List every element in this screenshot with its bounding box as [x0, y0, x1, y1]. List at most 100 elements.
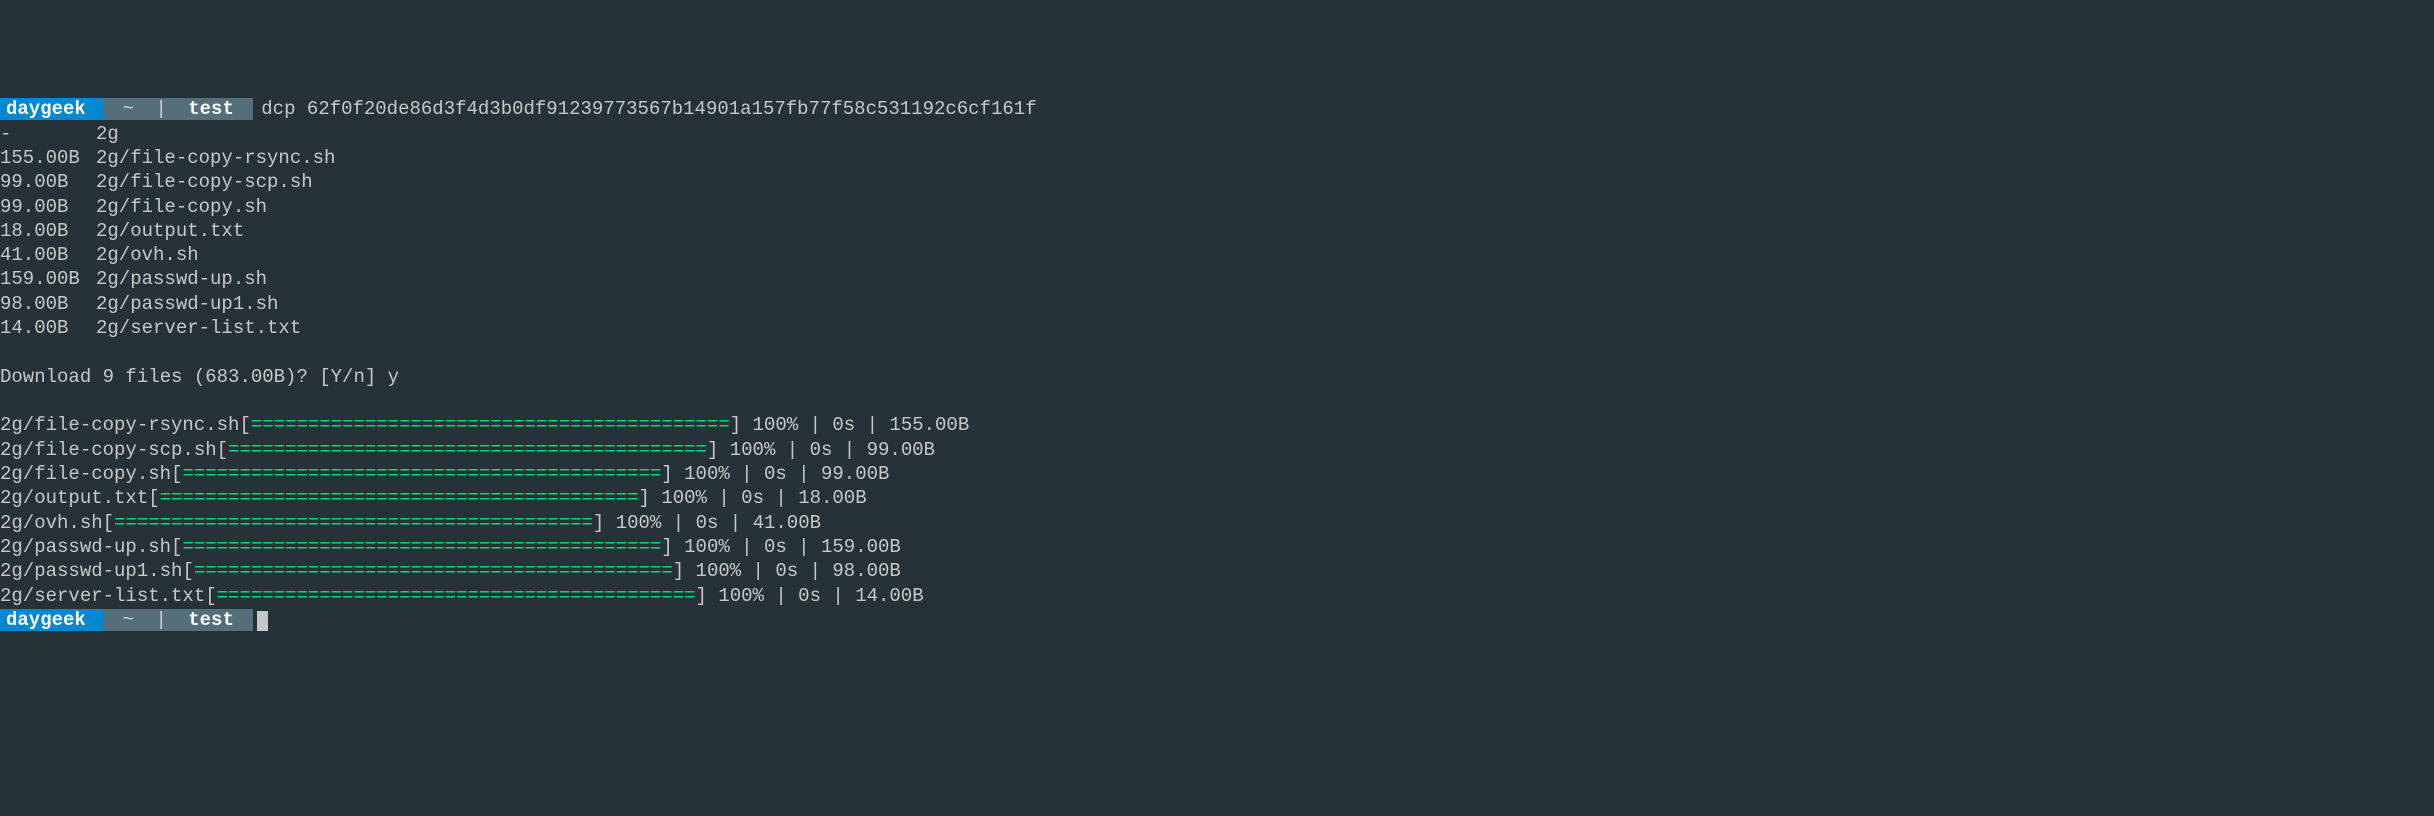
download-percent: 100%: [673, 536, 730, 558]
prompt-tilde: ~: [103, 98, 153, 120]
file-size: 99.00B: [0, 195, 96, 219]
file-size: 155.00B: [0, 146, 96, 170]
command-text[interactable]: dcp 62f0f20de86d3f4d3b0df91239773567b149…: [253, 98, 1036, 120]
progress-open-bracket: [: [171, 536, 182, 558]
download-size: 155.00B: [889, 414, 969, 436]
download-row: 2g/output.txt[==========================…: [0, 486, 2434, 510]
file-listing-row: 159.00B2g/passwd-up.sh: [0, 267, 2434, 291]
progress-open-bracket: [: [239, 414, 250, 436]
file-size: 159.00B: [0, 267, 96, 291]
download-percent: 100%: [707, 585, 764, 607]
progress-open-bracket: [: [171, 463, 182, 485]
download-size: 99.00B: [867, 439, 935, 461]
download-size: 98.00B: [832, 560, 900, 582]
progress-close-bracket: ]: [673, 560, 684, 582]
download-percent: 100%: [684, 560, 741, 582]
download-time: 0s: [798, 585, 821, 607]
stat-separator: |: [764, 585, 798, 607]
file-path: 2g/passwd-up.sh: [96, 267, 267, 291]
file-listing-row: 18.00B2g/output.txt: [0, 219, 2434, 243]
progress-close-bracket: ]: [593, 512, 604, 534]
prompt-dir: test: [169, 98, 253, 120]
file-path: 2g/output.txt: [96, 219, 244, 243]
prompt-separator: |: [153, 609, 168, 631]
stat-separator: |: [730, 536, 764, 558]
progress-open-bracket: [: [205, 585, 216, 607]
confirm-prompt[interactable]: Download 9 files (683.00B)? [Y/n] y: [0, 365, 2434, 389]
download-filename: 2g/file-copy.sh: [0, 463, 171, 485]
command-line: daygeek ~ | test dcp 62f0f20de86d3f4d3b0…: [0, 97, 2434, 121]
download-time: 0s: [696, 512, 719, 534]
download-percent: 100%: [604, 512, 661, 534]
download-row: 2g/file-copy.sh[========================…: [0, 462, 2434, 486]
download-row: 2g/ovh.sh[==============================…: [0, 511, 2434, 535]
file-path: 2g/server-list.txt: [96, 316, 301, 340]
download-filename: 2g/output.txt: [0, 487, 148, 509]
progress-bar: ========================================…: [182, 463, 661, 485]
file-size: -: [0, 122, 96, 146]
cursor-icon: [257, 611, 268, 631]
file-path: 2g/file-copy.sh: [96, 195, 267, 219]
stat-separator: |: [741, 560, 775, 582]
file-path: 2g/passwd-up1.sh: [96, 292, 278, 316]
file-size: 14.00B: [0, 316, 96, 340]
download-time: 0s: [810, 439, 833, 461]
blank-line: [0, 340, 2434, 364]
stat-separator: |: [821, 585, 855, 607]
download-time: 0s: [832, 414, 855, 436]
download-percent: 100%: [741, 414, 798, 436]
stat-separator: |: [787, 536, 821, 558]
stat-separator: |: [718, 512, 752, 534]
progress-bar: ========================================…: [114, 512, 593, 534]
download-time: 0s: [764, 536, 787, 558]
file-path: 2g/file-copy-rsync.sh: [96, 146, 335, 170]
progress-close-bracket: ]: [730, 414, 741, 436]
progress-bar: ========================================…: [182, 536, 661, 558]
progress-open-bracket: [: [103, 512, 114, 534]
file-size: 98.00B: [0, 292, 96, 316]
ready-prompt[interactable]: daygeek ~ | test: [0, 608, 2434, 632]
stat-separator: |: [661, 512, 695, 534]
download-row: 2g/server-list.txt[=====================…: [0, 584, 2434, 608]
file-size: 18.00B: [0, 219, 96, 243]
progress-bar: ========================================…: [160, 487, 639, 509]
file-size: 99.00B: [0, 170, 96, 194]
download-row: 2g/passwd-up1.sh[=======================…: [0, 559, 2434, 583]
file-path: 2g/file-copy-scp.sh: [96, 170, 313, 194]
download-filename: 2g/file-copy-rsync.sh: [0, 414, 239, 436]
download-filename: 2g/passwd-up.sh: [0, 536, 171, 558]
progress-close-bracket: ]: [639, 487, 650, 509]
prompt-separator: |: [153, 98, 168, 120]
download-size: 14.00B: [855, 585, 923, 607]
blank-line: [0, 389, 2434, 413]
file-listing-row: 155.00B2g/file-copy-rsync.sh: [0, 146, 2434, 170]
download-size: 159.00B: [821, 536, 901, 558]
file-listing-row: 99.00B2g/file-copy.sh: [0, 195, 2434, 219]
download-filename: 2g/ovh.sh: [0, 512, 103, 534]
download-time: 0s: [764, 463, 787, 485]
stat-separator: |: [832, 439, 866, 461]
download-time: 0s: [775, 560, 798, 582]
stat-separator: |: [798, 414, 832, 436]
prompt-user: daygeek: [0, 98, 103, 120]
file-size: 41.00B: [0, 243, 96, 267]
download-percent: 100%: [718, 439, 775, 461]
stat-separator: |: [730, 463, 764, 485]
prompt-dir: test: [169, 609, 253, 631]
download-size: 99.00B: [821, 463, 889, 485]
file-listing-row: 41.00B2g/ovh.sh: [0, 243, 2434, 267]
progress-bar: ========================================…: [217, 585, 696, 607]
progress-bar: ========================================…: [251, 414, 730, 436]
stat-separator: |: [855, 414, 889, 436]
stat-separator: |: [798, 560, 832, 582]
file-path: 2g/ovh.sh: [96, 243, 199, 267]
progress-close-bracket: ]: [661, 463, 672, 485]
download-filename: 2g/server-list.txt: [0, 585, 205, 607]
progress-bar: ========================================…: [194, 560, 673, 582]
progress-close-bracket: ]: [696, 585, 707, 607]
stat-separator: |: [787, 463, 821, 485]
stat-separator: |: [764, 487, 798, 509]
download-percent: 100%: [650, 487, 707, 509]
download-time: 0s: [741, 487, 764, 509]
download-row: 2g/file-copy-rsync.sh[==================…: [0, 413, 2434, 437]
